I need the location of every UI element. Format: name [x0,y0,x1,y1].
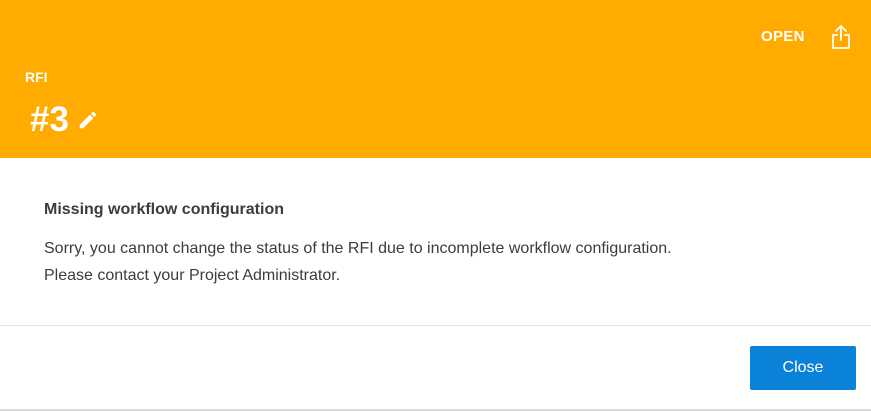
dialog-title: Missing workflow configuration [44,201,284,218]
rfi-type-label: RFI [25,69,48,85]
rfi-header: OPEN RFI #3 [0,0,871,158]
rfi-dialog: OPEN RFI #3 Missing workflow configurati… [0,0,871,411]
status-label: OPEN [761,28,805,45]
footer-divider [0,325,871,326]
dialog-message: Sorry, you cannot change the status of t… [44,240,672,284]
close-button[interactable]: Close [750,346,856,390]
rfi-number: #3 [30,100,69,139]
dialog-body: Missing workflow configuration Sorry, yo… [44,199,844,289]
pencil-icon[interactable] [77,109,99,131]
share-icon[interactable] [830,24,852,50]
rfi-number-row: #3 [30,98,99,142]
